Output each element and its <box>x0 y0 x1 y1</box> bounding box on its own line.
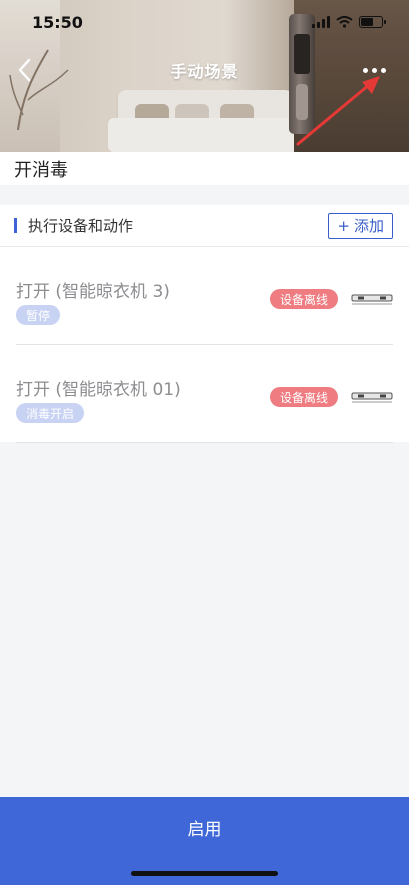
add-button-label: 添加 <box>353 217 384 235</box>
back-button[interactable] <box>12 54 36 86</box>
clothes-dryer-icon <box>351 294 393 305</box>
plus-icon: + <box>337 216 350 235</box>
device-item[interactable]: 打开 (智能晾衣机 01) 消毒开启 设备离线 <box>16 345 393 443</box>
offline-badge: 设备离线 <box>270 387 339 407</box>
more-button[interactable] <box>359 60 389 80</box>
execution-section: 执行设备和动作 + 添加 打开 (智能晾衣机 3) 暂停 设备离线 打开 (智能… <box>0 205 409 443</box>
scene-detail-page: 15:50 手动场景 开消毒 执行设备和动作 + 添加 打开 (智能晾衣机 3)… <box>0 0 409 885</box>
page-title: 手动场景 <box>170 62 239 81</box>
add-button[interactable]: + 添加 <box>328 212 393 239</box>
section-title: 执行设备和动作 <box>28 217 134 235</box>
more-dots-icon <box>362 67 368 73</box>
action-tag: 暂停 <box>16 305 61 325</box>
battery-icon <box>359 16 386 28</box>
signal-icon <box>312 16 330 28</box>
clothes-dryer-icon <box>351 392 393 403</box>
action-tag: 消毒开启 <box>16 403 85 423</box>
status-bar: 15:50 <box>0 0 409 44</box>
scene-name[interactable]: 开消毒 <box>0 152 409 185</box>
section-header: 执行设备和动作 + 添加 <box>0 205 409 247</box>
home-indicator <box>131 871 278 876</box>
device-action-label: 打开 (智能晾衣机 01) <box>16 380 181 400</box>
device-action-label: 打开 (智能晾衣机 3) <box>16 282 170 302</box>
status-time: 15:50 <box>32 12 83 32</box>
chevron-left-icon <box>18 58 31 82</box>
offline-badge: 设备离线 <box>270 289 339 309</box>
wifi-icon <box>336 16 353 28</box>
nav-bar: 手动场景 <box>0 50 409 90</box>
device-item[interactable]: 打开 (智能晾衣机 3) 暂停 设备离线 <box>16 247 393 345</box>
section-accent-bar <box>14 218 17 233</box>
hero-banner: 15:50 手动场景 <box>0 0 409 152</box>
